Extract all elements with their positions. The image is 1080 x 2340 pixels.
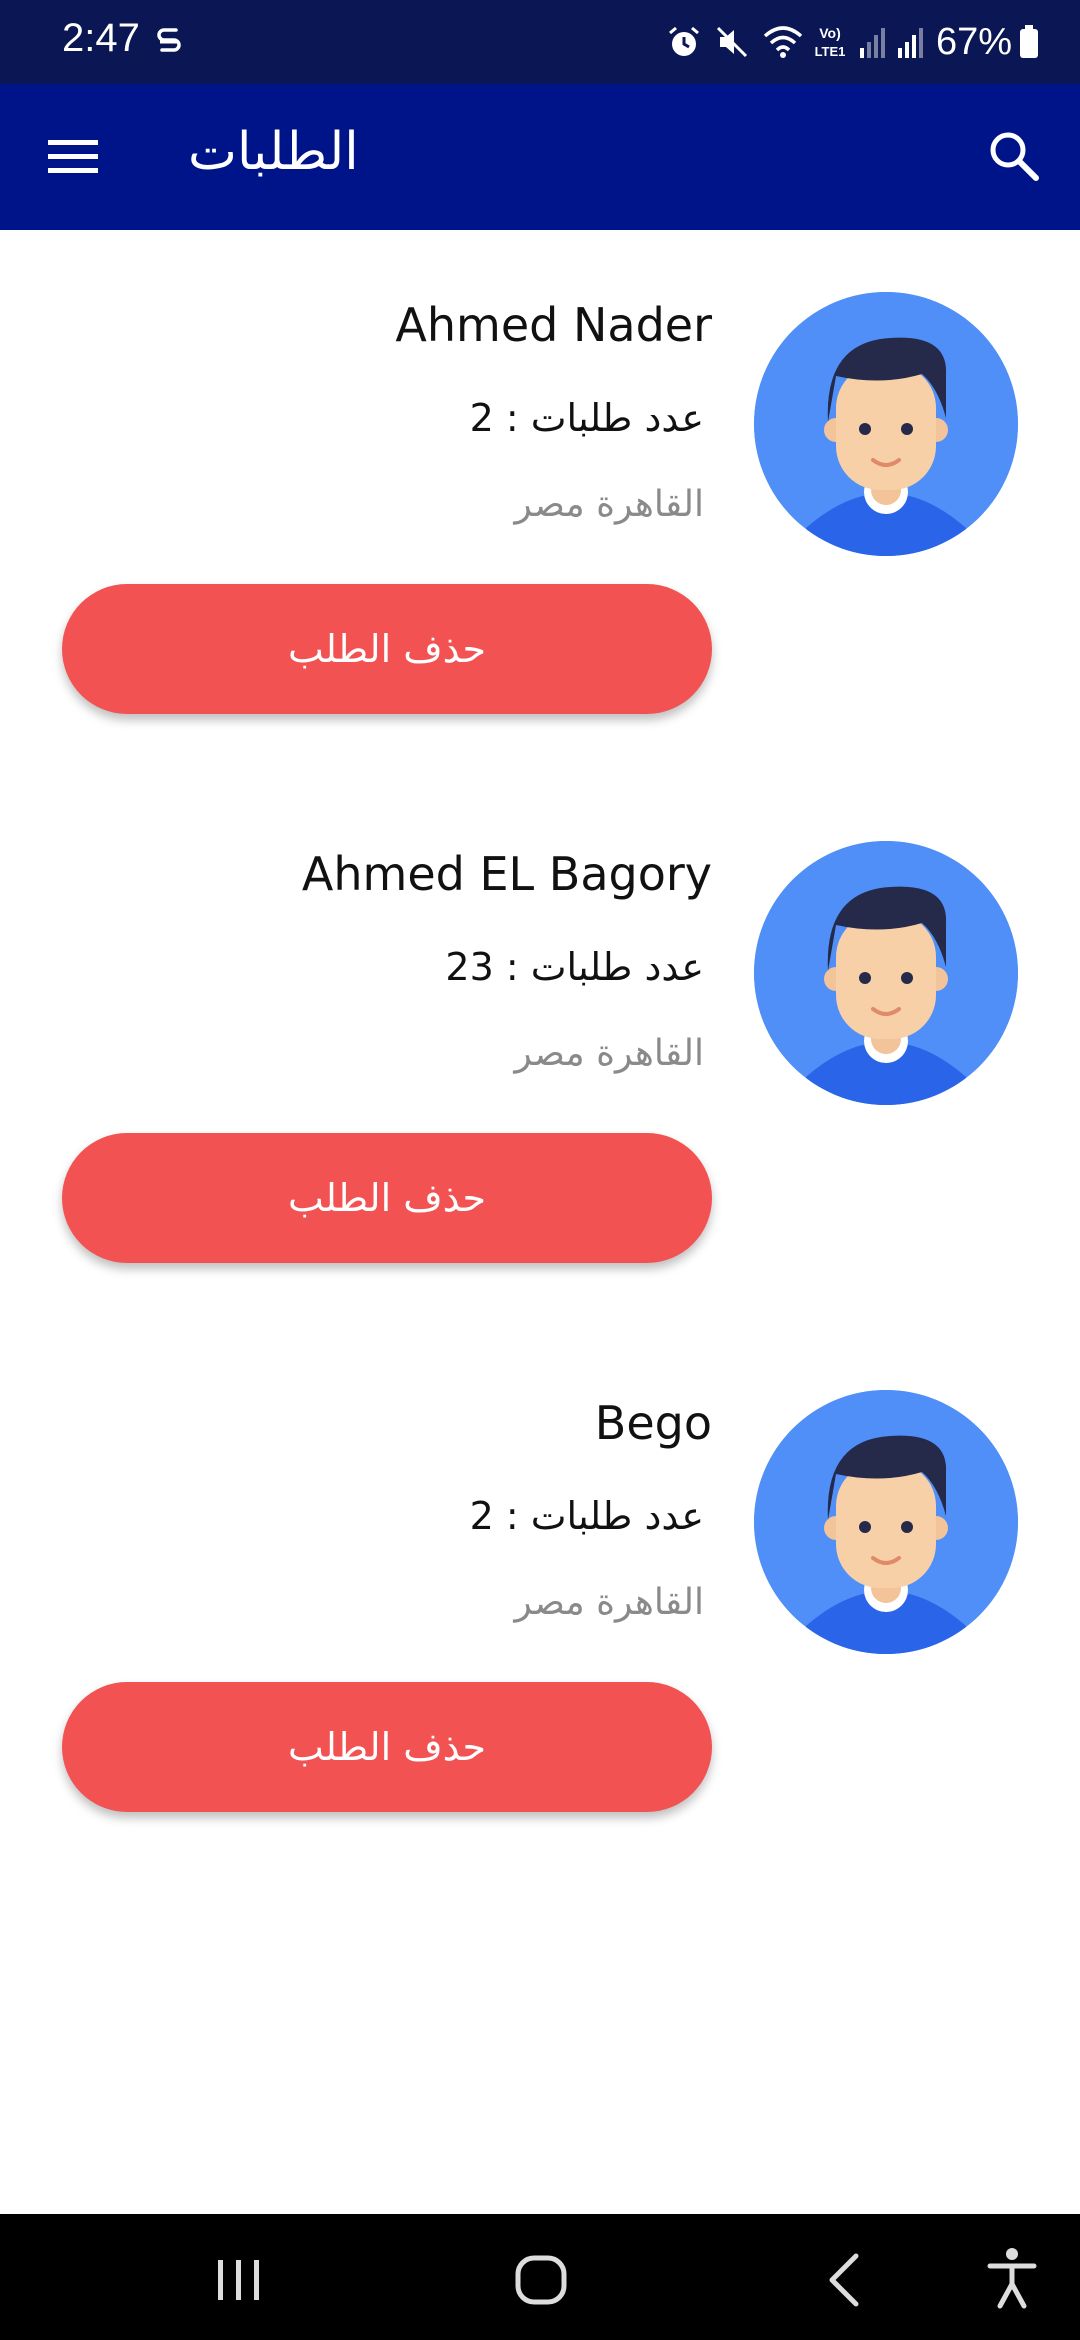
- avatar-image: [754, 1390, 1018, 1654]
- request-count-value: 23: [445, 945, 494, 989]
- signal-icon: [859, 28, 885, 58]
- menu-icon[interactable]: [46, 136, 100, 178]
- requester-city: القاهرة مصر: [514, 1582, 704, 1623]
- s-icon: [157, 28, 181, 52]
- volte-icon: Vo) LTE1: [815, 25, 846, 59]
- delete-request-button[interactable]: حذف الطلب: [62, 1682, 712, 1812]
- request-count-value: 2: [469, 1494, 494, 1538]
- accessibility-icon[interactable]: [984, 2246, 1040, 2310]
- system-nav-bar: [0, 2214, 1080, 2340]
- request-card: Ahmed EL Bagory عدد طلبات : 23 القاهرة م…: [0, 841, 1080, 1301]
- avatar-image: [754, 841, 1018, 1105]
- back-icon[interactable]: [824, 2252, 864, 2308]
- request-count-label: عدد طلبات :: [505, 396, 704, 440]
- status-icons: Vo) LTE1 67%: [666, 14, 1040, 70]
- requester-name: Ahmed Nader: [395, 298, 712, 352]
- request-count: عدد طلبات : 23: [445, 945, 704, 989]
- recents-icon[interactable]: [214, 2258, 264, 2302]
- request-card: Ahmed Nader عدد طلبات : 2 القاهرة مصر حذ…: [0, 292, 1080, 752]
- svg-text:Vo): Vo): [819, 25, 841, 41]
- avatar: [754, 1390, 1018, 1654]
- signal-icon: [897, 28, 923, 58]
- home-icon[interactable]: [514, 2254, 568, 2306]
- avatar: [754, 292, 1018, 556]
- page-title: الطلبات: [188, 122, 359, 182]
- avatar-image: [754, 292, 1018, 556]
- wifi-icon: [763, 26, 803, 58]
- delete-request-button[interactable]: حذف الطلب: [62, 1133, 712, 1263]
- battery-percent: 67%: [935, 20, 1012, 63]
- request-count-label: عدد طلبات :: [505, 1494, 704, 1538]
- request-count: عدد طلبات : 2: [470, 396, 704, 440]
- app-bar: الطلبات: [0, 84, 1080, 230]
- svg-text:LTE1: LTE1: [815, 44, 846, 59]
- battery-icon: [1020, 25, 1038, 58]
- status-time: 2:47: [62, 16, 140, 60]
- requester-name: Ahmed EL Bagory: [301, 847, 712, 901]
- mute-icon: [716, 26, 747, 58]
- alarm-icon: [668, 26, 699, 56]
- request-count: عدد طلبات : 2: [470, 1494, 704, 1538]
- requester-city: القاهرة مصر: [514, 1033, 704, 1074]
- delete-request-button[interactable]: حذف الطلب: [62, 584, 712, 714]
- requester-city: القاهرة مصر: [514, 484, 704, 525]
- request-count-label: عدد طلبات :: [505, 945, 704, 989]
- avatar: [754, 841, 1018, 1105]
- status-bar: 2:47 Vo) LTE1 67%: [0, 0, 1080, 84]
- search-icon[interactable]: [986, 128, 1042, 184]
- request-count-value: 2: [469, 396, 494, 440]
- requester-name: Bego: [594, 1396, 712, 1450]
- request-card: Bego عدد طلبات : 2 القاهرة مصر حذف الطلب: [0, 1390, 1080, 1850]
